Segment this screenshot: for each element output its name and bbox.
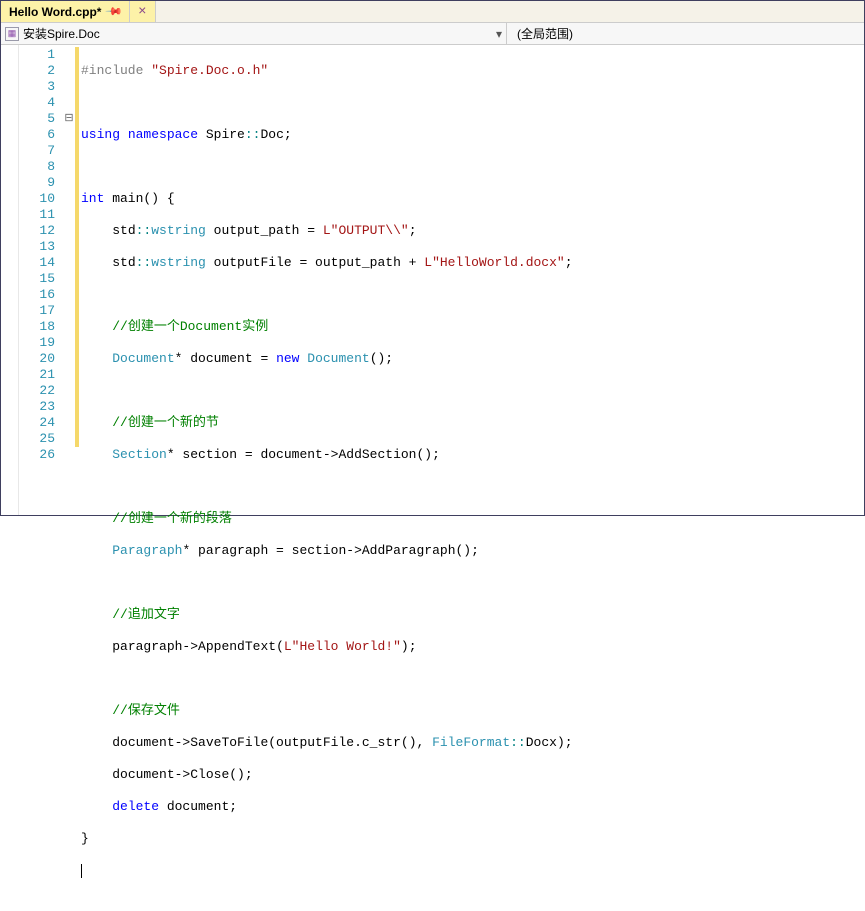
tab-title: Hello Word.cpp* [9,5,101,19]
fold-toggle[interactable]: ⊟ [63,111,75,127]
text-cursor [81,864,82,878]
chevron-down-icon: ▾ [496,27,502,41]
file-tab[interactable]: Hello Word.cpp* 📌 [1,1,130,22]
member-dropdown[interactable]: (全局范围) [507,23,864,44]
tab-close-area: × [130,1,155,22]
outline-margin[interactable]: ⊟ [63,45,75,515]
member-text: (全局范围) [517,25,573,42]
scope-text: 安装Spire.Doc [23,25,100,42]
pin-icon[interactable]: 📌 [105,2,124,21]
close-icon[interactable]: × [138,4,146,20]
scope-dropdown[interactable]: ▦ 安装Spire.Doc ▾ [1,23,507,44]
code-editor[interactable]: 1234567891011121314151617181920212223242… [1,45,864,515]
line-numbers: 1234567891011121314151617181920212223242… [19,45,63,515]
tab-bar: Hello Word.cpp* 📌 × [1,1,864,23]
code-content[interactable]: #include "Spire.Doc.o.h" using namespace… [79,45,864,515]
navigation-bar: ▦ 安装Spire.Doc ▾ (全局范围) [1,23,864,45]
project-icon: ▦ [5,27,19,41]
breakpoint-margin[interactable] [1,45,19,515]
